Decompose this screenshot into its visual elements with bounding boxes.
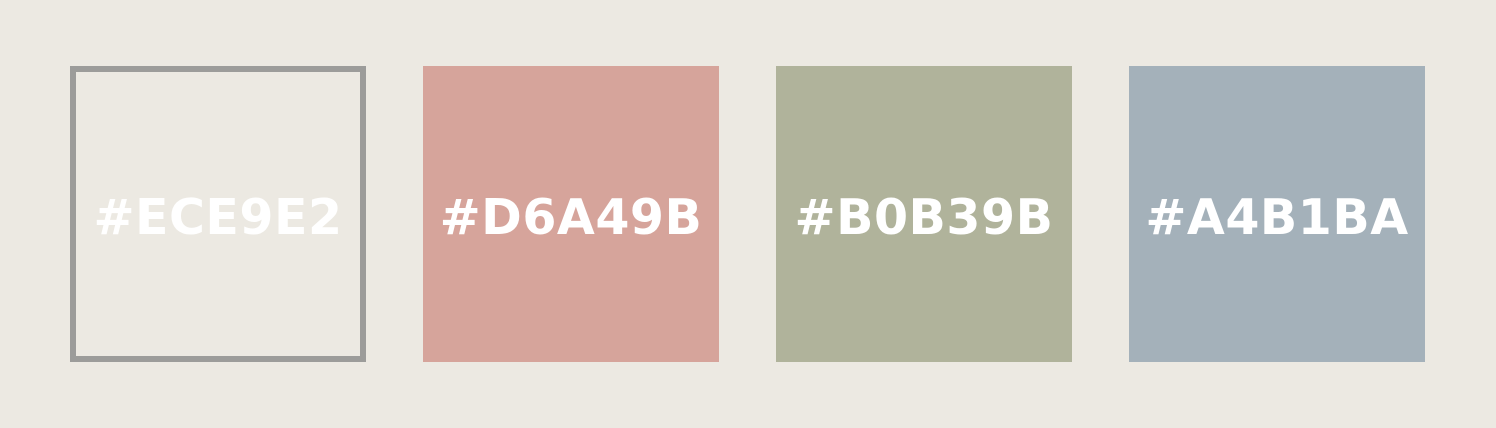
color-swatch-3: #B0B39B bbox=[776, 66, 1072, 362]
color-palette: #ECE9E2 #D6A49B #B0B39B #A4B1BA bbox=[0, 0, 1496, 428]
swatch-hex-label: #D6A49B bbox=[439, 188, 703, 246]
swatch-hex-label: #ECE9E2 bbox=[93, 188, 343, 246]
color-swatch-1: #ECE9E2 bbox=[70, 66, 366, 362]
color-swatch-2: #D6A49B bbox=[423, 66, 719, 362]
swatch-hex-label: #B0B39B bbox=[794, 188, 1054, 246]
color-swatch-4: #A4B1BA bbox=[1129, 66, 1425, 362]
swatch-hex-label: #A4B1BA bbox=[1145, 188, 1409, 246]
